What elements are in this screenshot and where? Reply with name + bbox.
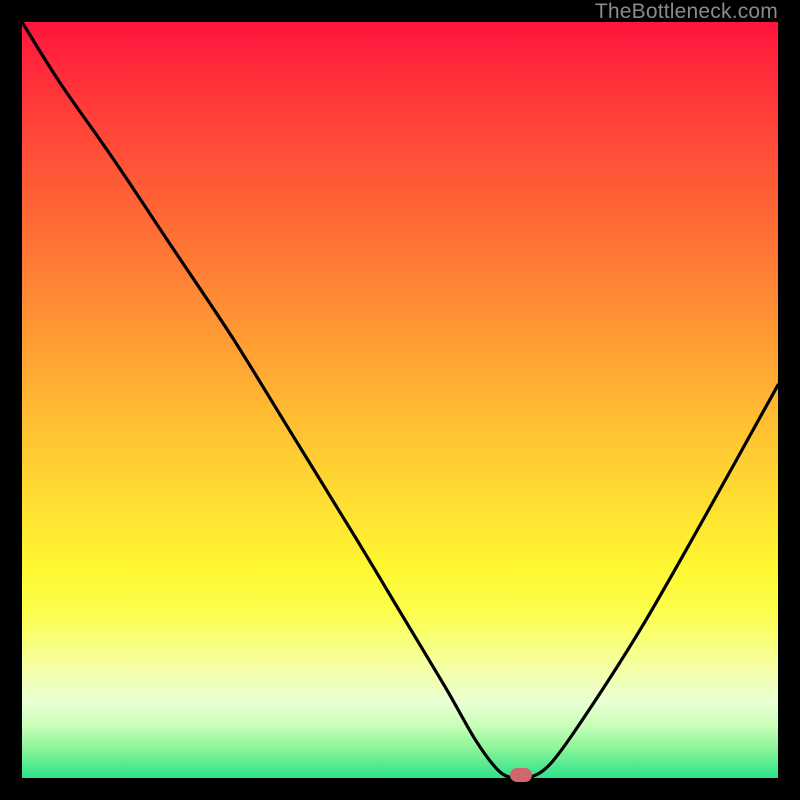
chart-frame: TheBottleneck.com (0, 0, 800, 800)
bottleneck-curve (22, 22, 778, 778)
watermark-text: TheBottleneck.com (595, 0, 778, 24)
plot-area (22, 22, 778, 778)
optimal-marker (510, 768, 532, 782)
